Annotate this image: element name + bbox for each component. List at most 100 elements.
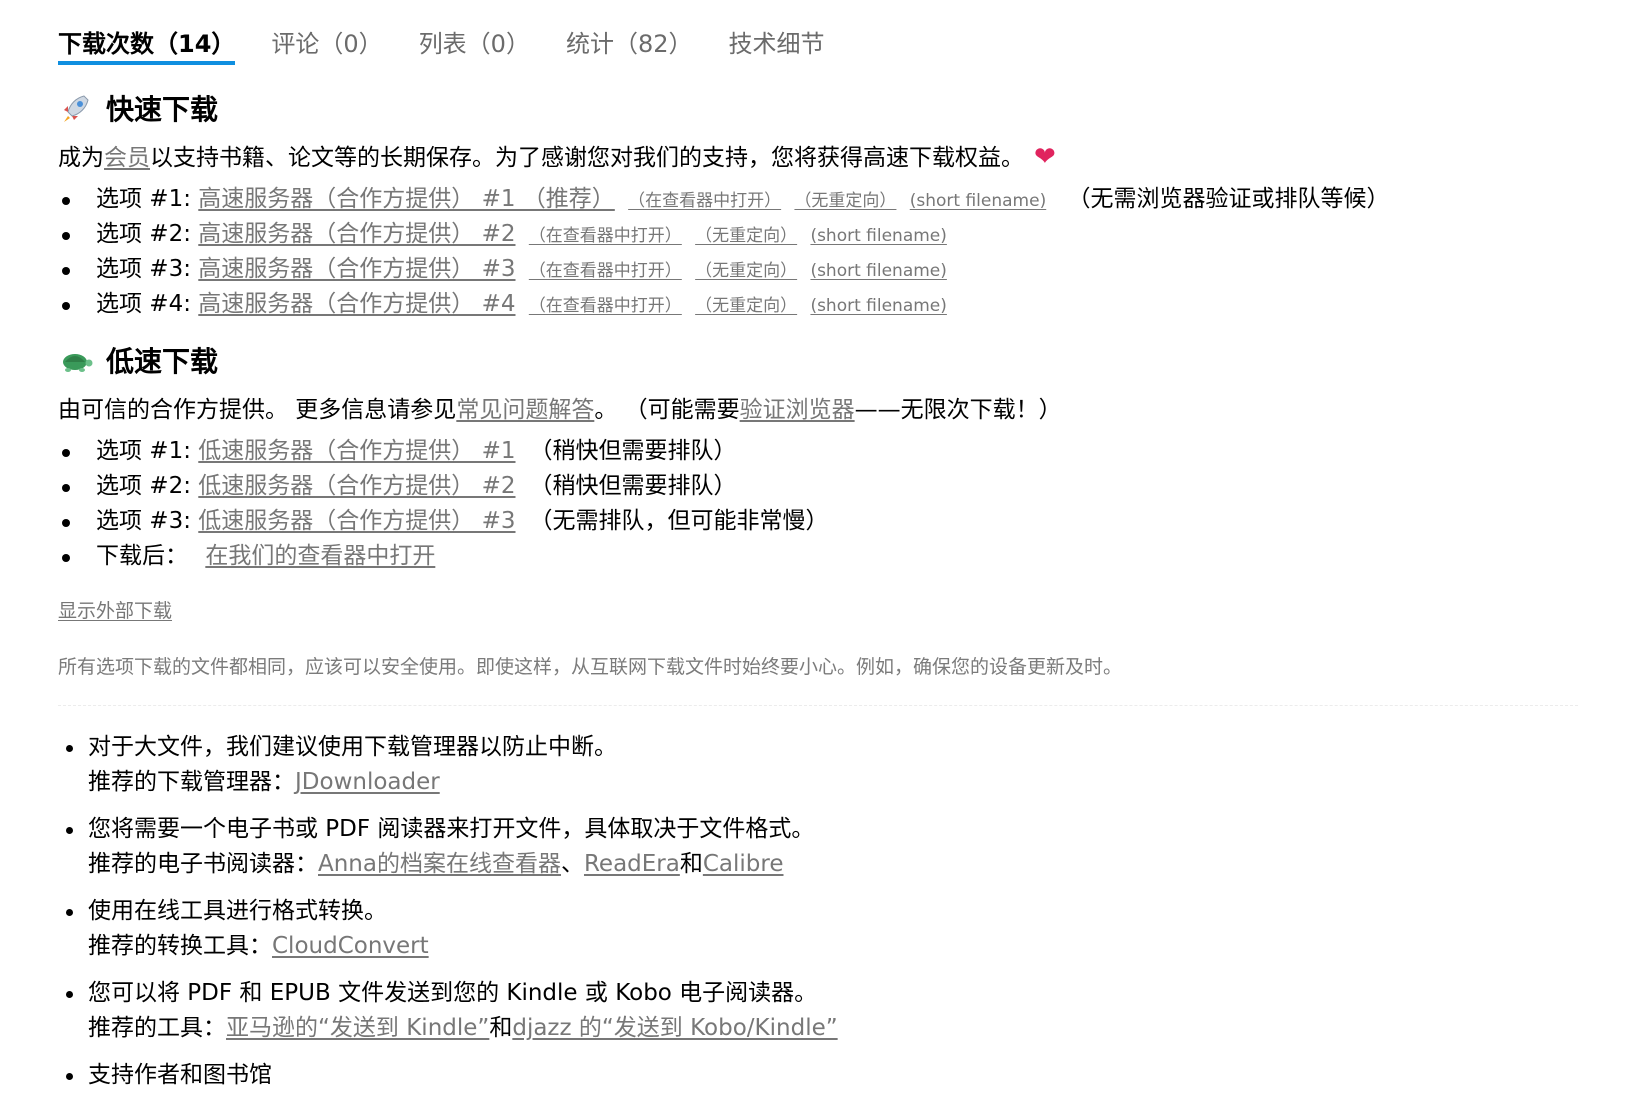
slow-server-link-1[interactable]: 低速服务器（合作方提供） #1 (198, 438, 515, 464)
slow-download-title: 低速下载 (106, 345, 219, 378)
tip-text: 您可以将 PDF 和 EPUB 文件发送到您的 Kindle 或 Kobo 电子… (88, 980, 818, 1006)
option-prefix: 选项 #4: (96, 291, 199, 317)
send-to-kindle-link[interactable]: 亚马逊的“发送到 Kindle” (226, 1015, 489, 1041)
option-note: （稍快但需要排队） (529, 473, 737, 499)
tip-format-conversion: 使用在线工具进行格式转换。 推荐的转换工具：CloudConvert (58, 894, 1558, 964)
tip-recommendation: 推荐的电子书阅读器：Anna的档案在线查看器、ReadEra和Calibre (88, 847, 1558, 882)
tip-label: 推荐的工具： (88, 1015, 226, 1041)
slow-download-section: 低速下载 由可信的合作方提供。 更多信息请参见常见问题解答。 （可能需要验证浏览… (58, 340, 1578, 574)
open-in-our-viewer-link[interactable]: 在我们的查看器中打开 (205, 543, 435, 569)
tip-text: 使用在线工具进行格式转换。 (88, 898, 387, 924)
fast-server-link-2[interactable]: 高速服务器（合作方提供） #2 (198, 221, 515, 247)
fast-download-intro: 成为会员以支持书籍、论文等的长期保存。为了感谢您对我们的支持，您将获得高速下载权… (58, 138, 1578, 172)
slow-intro-text-1: 由可信的合作方提供。 更多信息请参见 (58, 397, 457, 423)
faq-link[interactable]: 常见问题解答 (456, 397, 594, 423)
option-prefix: 选项 #3: (96, 256, 199, 282)
calibre-link[interactable]: Calibre (703, 851, 784, 877)
option-note: （稍快但需要排队） (529, 438, 737, 464)
download-page: 下载次数（14） 评论（0） 列表（0） 统计（82） 技术细节 快速下载 成为… (0, 0, 1645, 1088)
no-redirect-link-1[interactable]: （无重定向） (794, 191, 896, 211)
option-prefix: 选项 #2: (96, 221, 199, 247)
option-prefix: 选项 #3: (96, 508, 199, 534)
fast-option-3: 选项 #3: 高速服务器（合作方提供） #3 （在查看器中打开） （无重定向） … (58, 252, 1578, 287)
option-prefix: 选项 #1: (96, 438, 199, 464)
slow-option-1: 选项 #1: 低速服务器（合作方提供） #1 （稍快但需要排队） (58, 434, 1578, 469)
slow-intro-text-3: ——无限次下载！） (854, 397, 1062, 423)
option-note: （无需浏览器验证或排队等候） (1067, 186, 1390, 212)
tip-recommendation: 推荐的工具：亚马逊的“发送到 Kindle”和djazz 的“发送到 Kobo/… (88, 1011, 1558, 1046)
tab-technical-details[interactable]: 技术细节 (729, 24, 825, 65)
jdownloader-link[interactable]: JDownloader (295, 769, 440, 795)
tip-recommendation: 推荐的下载管理器：JDownloader (88, 765, 1558, 800)
annas-archive-viewer-link[interactable]: Anna的档案在线查看器 (318, 851, 561, 877)
short-filename-link-4[interactable]: (short filename) (810, 296, 946, 316)
fast-download-section: 快速下载 成为会员以支持书籍、论文等的长期保存。为了感谢您对我们的支持，您将获得… (58, 88, 1578, 322)
short-filename-link-1[interactable]: (short filename) (910, 191, 1046, 211)
separator: 、 (560, 851, 584, 877)
cloudconvert-link[interactable]: CloudConvert (272, 933, 429, 959)
slow-option-3: 选项 #3: 低速服务器（合作方提供） #3 （无需排队，但可能非常慢） (58, 504, 1578, 539)
slow-download-options: 选项 #1: 低速服务器（合作方提供） #1 （稍快但需要排队） 选项 #2: 低… (58, 434, 1578, 574)
short-filename-link-2[interactable]: (short filename) (810, 226, 946, 246)
no-redirect-link-2[interactable]: （无重定向） (695, 226, 797, 246)
tip-send-to-ereader: 您可以将 PDF 和 EPUB 文件发送到您的 Kindle 或 Kobo 电子… (58, 976, 1558, 1046)
open-in-viewer-link-1[interactable]: （在查看器中打开） (628, 191, 781, 211)
section-divider (58, 705, 1578, 706)
tip-ebook-reader: 您将需要一个电子书或 PDF 阅读器来打开文件，具体取决于文件格式。 推荐的电子… (58, 812, 1558, 882)
open-in-viewer-link-2[interactable]: （在查看器中打开） (529, 226, 682, 246)
tab-bar: 下载次数（14） 评论（0） 列表（0） 统计（82） 技术细节 (58, 24, 861, 65)
short-filename-link-3[interactable]: (short filename) (810, 261, 946, 281)
tips-list: 对于大文件，我们建议使用下载管理器以防止中断。 推荐的下载管理器：JDownlo… (58, 730, 1558, 1105)
option-note: （无需排队，但可能非常慢） (529, 508, 829, 534)
send-to-kobo-kindle-link[interactable]: djazz 的“发送到 Kobo/Kindle” (512, 1015, 837, 1041)
tip-text: 支持作者和图书馆 (88, 1062, 272, 1088)
open-in-viewer-link-4[interactable]: （在查看器中打开） (529, 296, 682, 316)
fast-download-heading: 快速下载 (58, 88, 1578, 128)
tab-stats[interactable]: 统计（82） (566, 24, 693, 65)
safety-disclaimer: 所有选项下载的文件都相同，应该可以安全使用。即使这样，从互联网下载文件时始终要小… (58, 656, 1123, 678)
tip-label: 推荐的转换工具： (88, 933, 272, 959)
tip-download-manager: 对于大文件，我们建议使用下载管理器以防止中断。 推荐的下载管理器：JDownlo… (58, 730, 1558, 800)
intro-text-after: 以支持书籍、论文等的长期保存。为了感谢您对我们的支持，您将获得高速下载权益。 (150, 145, 1024, 171)
fast-server-link-4[interactable]: 高速服务器（合作方提供） #4 (198, 291, 515, 317)
tab-downloads[interactable]: 下载次数（14） (58, 24, 236, 65)
tip-text: 对于大文件，我们建议使用下载管理器以防止中断。 (88, 734, 617, 760)
show-external-downloads-link[interactable]: 显示外部下载 (58, 596, 172, 623)
verify-browser-link[interactable]: 验证浏览器 (740, 397, 855, 423)
tip-recommendation: 推荐的转换工具：CloudConvert (88, 929, 1558, 964)
no-redirect-link-3[interactable]: （无重定向） (695, 261, 797, 281)
readera-link[interactable]: ReadEra (584, 851, 680, 877)
separator: 和 (679, 851, 703, 877)
slow-download-intro: 由可信的合作方提供。 更多信息请参见常见问题解答。 （可能需要验证浏览器——无限… (58, 390, 1578, 424)
no-redirect-link-4[interactable]: （无重定向） (695, 296, 797, 316)
fast-option-1: 选项 #1: 高速服务器（合作方提供） #1 （推荐） （在查看器中打开） （无… (58, 182, 1578, 217)
slow-option-2: 选项 #2: 低速服务器（合作方提供） #2 （稍快但需要排队） (58, 469, 1578, 504)
slow-intro-text-2: 。 （可能需要 (594, 397, 740, 423)
tip-label: 推荐的电子书阅读器： (88, 851, 318, 877)
option-prefix: 选项 #2: (96, 473, 199, 499)
fast-download-options: 选项 #1: 高速服务器（合作方提供） #1 （推荐） （在查看器中打开） （无… (58, 182, 1578, 322)
tab-comments[interactable]: 评论（0） (271, 24, 382, 65)
heart-icon: ❤ (1034, 142, 1056, 172)
intro-text-before: 成为 (58, 145, 104, 171)
tab-lists[interactable]: 列表（0） (419, 24, 530, 65)
fast-server-link-3[interactable]: 高速服务器（合作方提供） #3 (198, 256, 515, 282)
fast-option-2: 选项 #2: 高速服务器（合作方提供） #2 （在查看器中打开） （无重定向） … (58, 217, 1578, 252)
fast-server-link-1[interactable]: 高速服务器（合作方提供） #1 （推荐） (198, 186, 615, 212)
after-download-label: 下载后： (96, 543, 188, 569)
slow-server-link-2[interactable]: 低速服务器（合作方提供） #2 (198, 473, 515, 499)
tip-text: 您将需要一个电子书或 PDF 阅读器来打开文件，具体取决于文件格式。 (88, 816, 815, 842)
tip-support-authors: 支持作者和图书馆 (58, 1058, 1558, 1093)
after-download-item: 下载后： 在我们的查看器中打开 (58, 539, 1578, 574)
slow-download-heading: 低速下载 (58, 340, 1578, 380)
slow-server-link-3[interactable]: 低速服务器（合作方提供） #3 (198, 508, 515, 534)
separator: 和 (489, 1015, 513, 1041)
turtle-icon (63, 354, 93, 372)
open-in-viewer-link-3[interactable]: （在查看器中打开） (529, 261, 682, 281)
membership-link[interactable]: 会员 (104, 145, 150, 171)
option-prefix: 选项 #1: (96, 186, 199, 212)
fast-download-title: 快速下载 (106, 93, 219, 126)
rocket-icon (64, 95, 89, 122)
tip-label: 推荐的下载管理器： (88, 769, 295, 795)
fast-option-4: 选项 #4: 高速服务器（合作方提供） #4 （在查看器中打开） （无重定向） … (58, 287, 1578, 322)
